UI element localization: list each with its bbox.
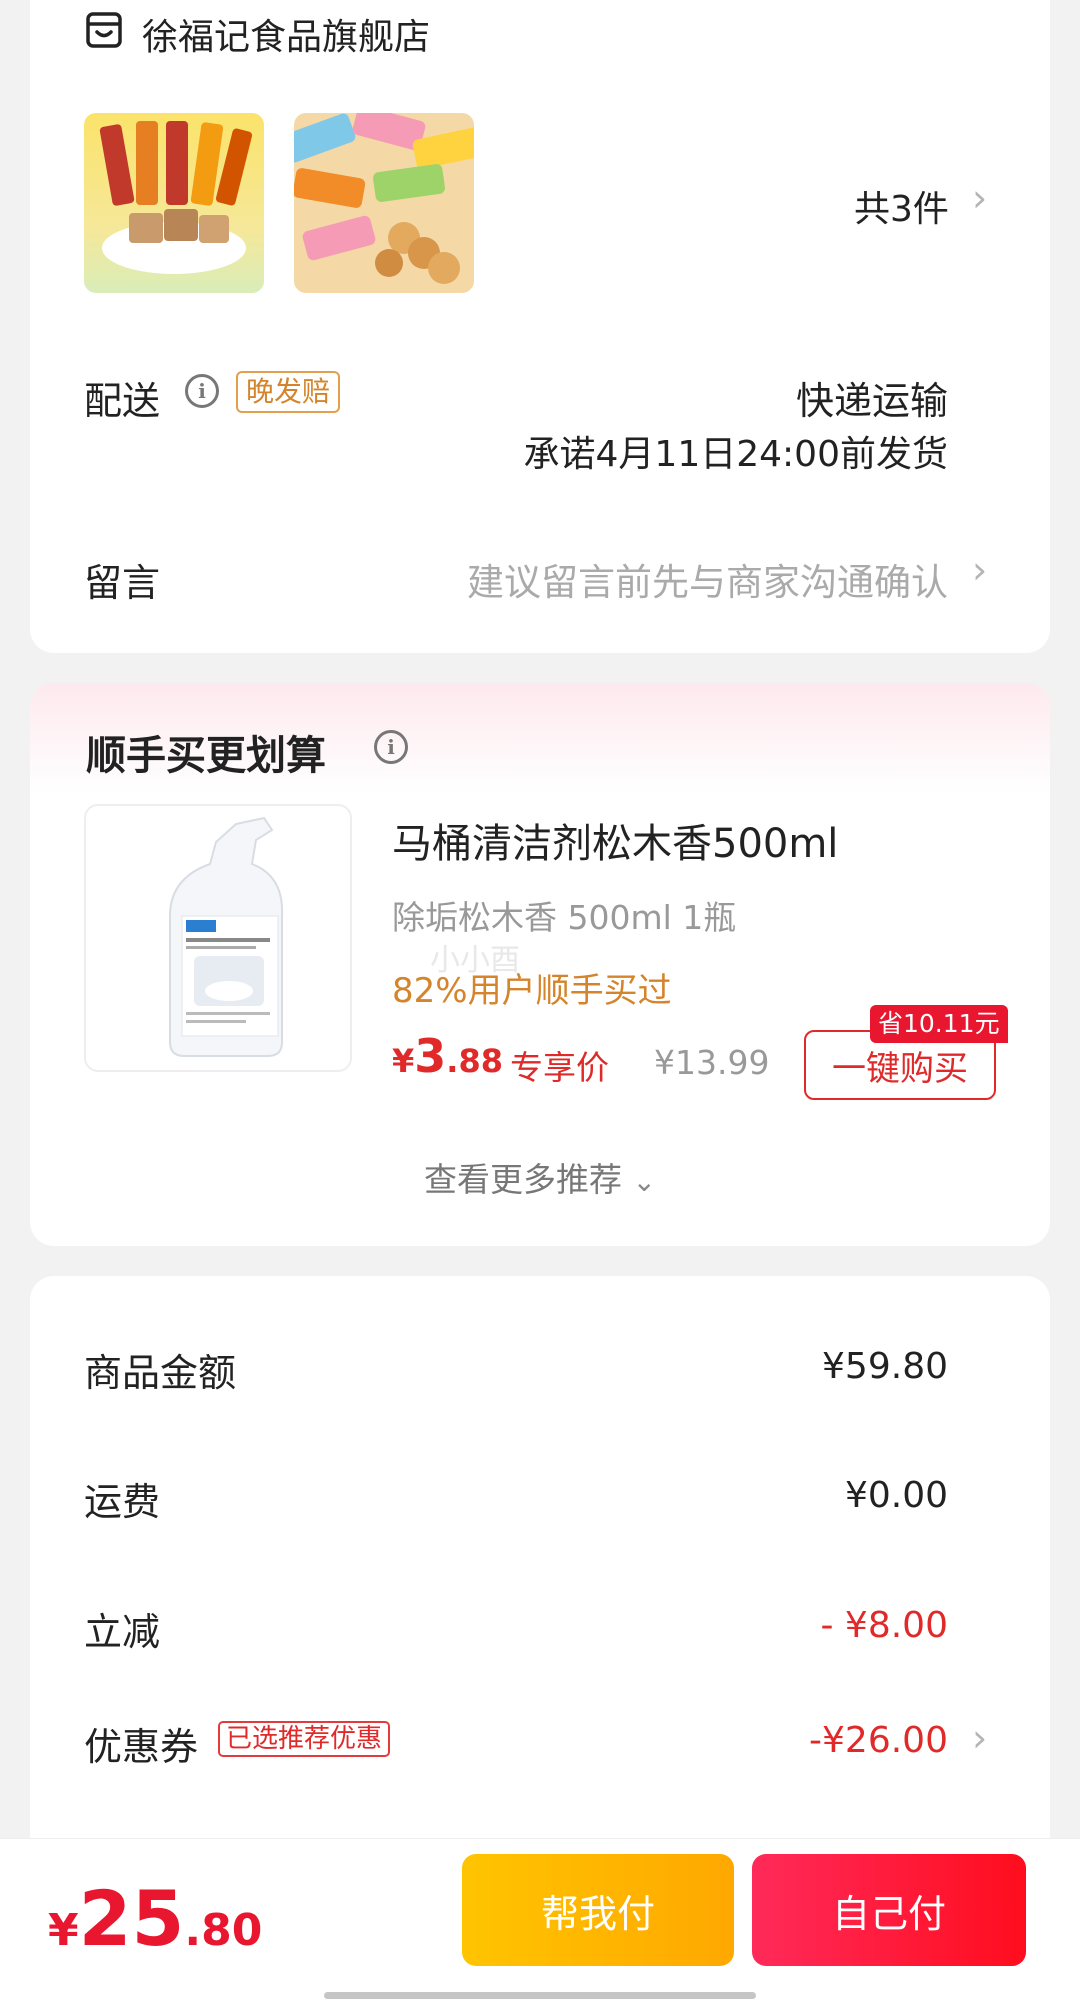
summary-value-discount: - ¥8.00 [820, 1605, 949, 1646]
store-card: 徐福记食品旗舰店 共3件 › 配送 i 晚发赔 快递运输 承诺4月11日24:0… [30, 0, 1050, 653]
home-indicator [324, 1992, 756, 1999]
summary-value-shipping: ¥0.00 [844, 1475, 948, 1516]
delivery-promise: 承诺4月11日24:00前发货 [523, 434, 948, 475]
item-count[interactable]: 共3件 [854, 180, 949, 232]
late-compensation-badge: 晚发赔 [236, 371, 341, 413]
price-symbol: ¥ [392, 1042, 415, 1080]
checkout-bar: ¥25.80 帮我付 自己付 [0, 1838, 1080, 2003]
addon-social-proof: 82%用户顺手买过 [392, 971, 672, 1011]
chevron-right-icon[interactable]: › [972, 548, 987, 592]
chevron-down-icon: ⌄ [632, 1165, 656, 1198]
product-thumbnail[interactable] [84, 113, 264, 293]
self-pay-label: 自己付 [831, 1891, 946, 1936]
summary-label-goods: 商品金额 [84, 1351, 237, 1395]
addon-title: 顺手买更划算 [86, 733, 326, 779]
message-label: 留言 [84, 561, 161, 605]
store-name[interactable]: 徐福记食品旗舰店 [142, 8, 430, 60]
total-decimal: .80 [184, 1905, 263, 1956]
see-more-link[interactable]: 查看更多推荐 ⌄ [30, 1153, 1050, 1201]
shop-icon [84, 10, 124, 50]
price-tag: 专享价 [510, 1048, 609, 1087]
help-me-pay-button[interactable]: 帮我付 [462, 1854, 734, 1966]
buy-button-label: 一键购买 [832, 1048, 968, 1089]
product-thumbnail[interactable] [294, 113, 474, 293]
info-icon[interactable]: i [374, 730, 408, 764]
summary-label-shipping: 运费 [84, 1480, 161, 1524]
total-symbol: ¥ [48, 1905, 79, 1956]
summary-label-coupon[interactable]: 优惠券 [84, 1716, 198, 1771]
addon-price: ¥3.88 [392, 1029, 503, 1083]
summary-label-discount: 立减 [84, 1610, 161, 1654]
pay-myself-button[interactable]: 自己付 [752, 1854, 1026, 1966]
chevron-right-icon[interactable]: › [972, 176, 987, 220]
delivery-label: 配送 [84, 379, 161, 423]
addon-product-spec: 除垢松木香 500ml 1瓶 [392, 898, 737, 937]
price-decimal: .88 [446, 1042, 503, 1080]
save-badge: 省10.11元 [870, 1005, 1008, 1043]
addon-product-name[interactable]: 马桶清洁剂松木香500ml [392, 811, 838, 869]
delivery-method: 快递运输 [795, 379, 948, 423]
chevron-right-icon[interactable]: › [972, 1716, 987, 1760]
help-pay-label: 帮我付 [540, 1891, 655, 1936]
total-price: ¥25.80 [48, 1874, 262, 1963]
message-input[interactable]: 建议留言前先与商家沟通确认 [467, 552, 948, 606]
total-integer: 25 [78, 1874, 185, 1963]
addon-card: 顺手买更划算 i 马桶清洁剂松木香500ml 除垢松木香 500ml 1瓶 小小… [30, 683, 1050, 1246]
see-more-label: 查看更多推荐 [424, 1160, 623, 1199]
original-price: ¥13.99 [654, 1043, 770, 1082]
addon-product-image[interactable] [84, 804, 352, 1072]
coupon-badge: 已选推荐优惠 [218, 1721, 391, 1757]
price-integer: 3 [414, 1029, 447, 1083]
summary-value-coupon[interactable]: -¥26.00 [809, 1720, 948, 1761]
summary-value-goods: ¥59.80 [822, 1346, 948, 1387]
info-icon[interactable]: i [185, 374, 219, 408]
